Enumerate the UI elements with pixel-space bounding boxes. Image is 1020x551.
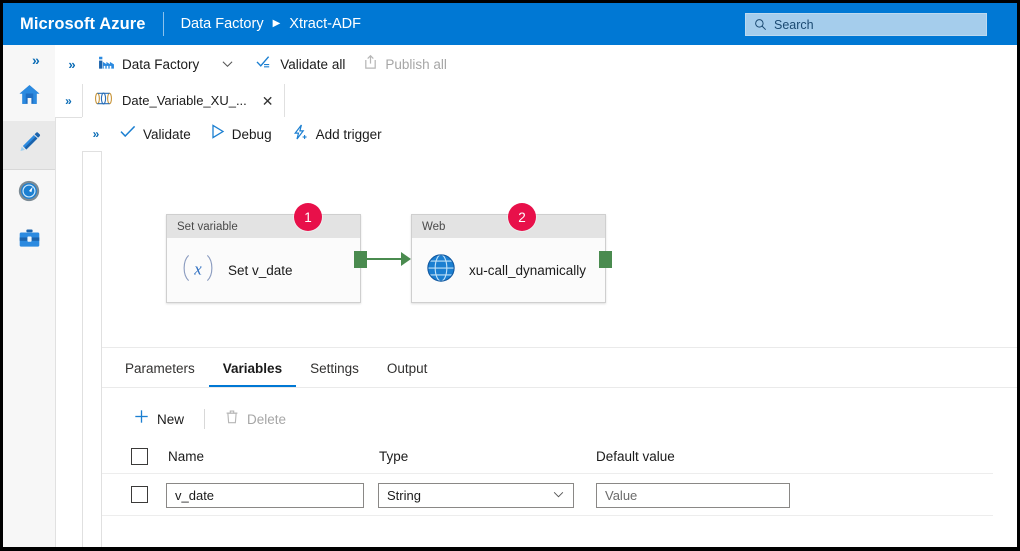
data-factory-icon [98, 54, 115, 76]
data-factory-label: Data Factory [122, 57, 200, 72]
variables-grid-header: Name Type Default value [102, 442, 993, 474]
home-icon [17, 82, 42, 112]
activity-badge-1: 1 [294, 203, 322, 231]
monitor-gauge-icon [16, 178, 42, 209]
pipeline-tab-label: Date_Variable_XU_... [122, 93, 247, 108]
activity-type-label: Web [422, 220, 446, 233]
sidebar-item-monitor[interactable] [3, 169, 55, 217]
activity-node-body: xu-call_dynamically [412, 238, 605, 303]
publish-all-label: Publish all [385, 57, 447, 72]
connector-line [360, 258, 404, 260]
breadcrumb: Data Factory ▶ Xtract-ADF [181, 16, 361, 32]
table-row: String [102, 475, 993, 516]
plus-icon [134, 409, 149, 429]
row-checkbox[interactable] [131, 486, 148, 503]
validate-check-icon [256, 55, 273, 75]
azure-data-factory-window: Microsoft Azure Data Factory ▶ Xtract-AD… [3, 3, 1017, 547]
variable-type-value: String [387, 488, 421, 503]
column-header-default-value: Default value [596, 449, 675, 464]
add-trigger-label: Add trigger [315, 126, 382, 142]
tab-variables[interactable]: Variables [208, 361, 297, 387]
svg-text:x: x [193, 260, 202, 279]
row-checkbox-cell [131, 486, 148, 503]
pipeline-toolbar-expand-chevron-icon[interactable]: » [82, 127, 110, 141]
column-header-name: Name [168, 449, 205, 464]
activity-node-header: Set variable [167, 215, 360, 238]
azure-brand[interactable]: Microsoft Azure [20, 15, 146, 34]
activity-node-set-variable[interactable]: Set variable x Set v_date 1 [166, 203, 367, 303]
toolbox-icon [17, 226, 42, 256]
tab-parameters[interactable]: Parameters [111, 361, 209, 387]
tab-settings[interactable]: Settings [296, 361, 373, 387]
tabstrip-expand-chevron-icon[interactable]: » [55, 84, 82, 117]
search-icon [754, 18, 767, 31]
chevron-down-icon [553, 490, 564, 501]
data-factory-selector[interactable]: Data Factory [89, 46, 208, 84]
trash-icon [225, 409, 239, 429]
pipeline-toolbar: » Validate Debug Add trigger [82, 117, 1017, 152]
activity-name-label: xu-call_dynamically [469, 263, 587, 278]
activity-badge-2: 2 [508, 203, 536, 231]
publish-all-button[interactable]: Publish all [354, 46, 456, 84]
web-globe-icon [426, 253, 456, 288]
column-header-type: Type [379, 449, 409, 464]
variable-name-input[interactable] [166, 483, 364, 508]
add-trigger-button[interactable]: Add trigger [282, 118, 392, 151]
connector-arrow-icon [401, 252, 411, 266]
validate-button[interactable]: Validate [110, 118, 201, 151]
publish-upload-icon [363, 54, 378, 75]
validate-all-button[interactable]: Validate all [247, 46, 354, 84]
search-input[interactable]: Search [774, 18, 814, 32]
new-variable-button[interactable]: New [124, 404, 194, 434]
tabstrip-guide-left [82, 117, 83, 547]
sidebar-item-home[interactable] [3, 73, 55, 121]
search-box[interactable]: Search [745, 13, 987, 36]
command-divider [204, 409, 206, 429]
validate-label: Validate [143, 126, 191, 142]
variable-type-select[interactable]: String [378, 483, 574, 508]
lightning-bolt-icon [292, 124, 309, 145]
output-port-web[interactable] [599, 251, 612, 268]
debug-label: Debug [231, 126, 272, 142]
pencil-icon [16, 129, 43, 161]
check-icon [120, 125, 136, 143]
activity-type-label: Set variable [177, 220, 238, 233]
play-icon [211, 124, 225, 144]
activity-name-label: Set v_date [228, 263, 293, 278]
select-all-checkbox[interactable] [131, 448, 148, 465]
variables-command-bar: New Delete [102, 400, 1017, 438]
data-factory-dropdown-chevron-icon[interactable] [208, 59, 247, 71]
left-navigation-rail: » [3, 45, 56, 547]
rail-expand-chevron-icon[interactable]: » [32, 53, 40, 67]
brand-divider [162, 12, 164, 36]
set-variable-fx-icon: x [181, 253, 215, 288]
delete-variable-label: Delete [247, 411, 287, 427]
breadcrumb-item-data-factory[interactable]: Data Factory [181, 16, 264, 32]
activity-node-body: x Set v_date [167, 238, 360, 303]
validate-all-label: Validate all [280, 57, 346, 72]
close-icon[interactable]: ✕ [260, 94, 276, 108]
debug-button[interactable]: Debug [201, 118, 282, 151]
pipeline-icon [94, 91, 113, 111]
pipeline-tab[interactable]: Date_Variable_XU_... ✕ [82, 84, 285, 117]
data-factory-command-bar: » Data Factory Validate all Publish all [55, 45, 1017, 85]
sidebar-item-manage[interactable] [3, 217, 55, 265]
breadcrumb-separator-icon: ▶ [272, 18, 281, 29]
tab-output[interactable]: Output [373, 361, 442, 387]
pipeline-tab-strip: » Date_Variable_XU_... ✕ [55, 84, 1017, 118]
select-all-checkbox-cell [131, 448, 148, 465]
activity-properties-panel: Parameters Variables Settings Output New [102, 347, 1017, 547]
delete-variable-button[interactable]: Delete [215, 404, 296, 434]
azure-top-bar: Microsoft Azure Data Factory ▶ Xtract-AD… [3, 3, 1017, 45]
variable-default-value-input[interactable] [596, 483, 790, 508]
df-bar-expand-chevron-icon[interactable]: » [55, 57, 89, 72]
sidebar-item-author[interactable] [3, 121, 55, 170]
breadcrumb-item-xtract-adf[interactable]: Xtract-ADF [289, 16, 361, 32]
activity-node-web[interactable]: Web xu-call_dynamically 2 [411, 203, 612, 303]
new-variable-label: New [157, 411, 185, 427]
pipeline-canvas[interactable]: Set variable x Set v_date 1 Web xu-call_… [102, 151, 1017, 347]
panel-tab-list: Parameters Variables Settings Output [102, 348, 1017, 388]
